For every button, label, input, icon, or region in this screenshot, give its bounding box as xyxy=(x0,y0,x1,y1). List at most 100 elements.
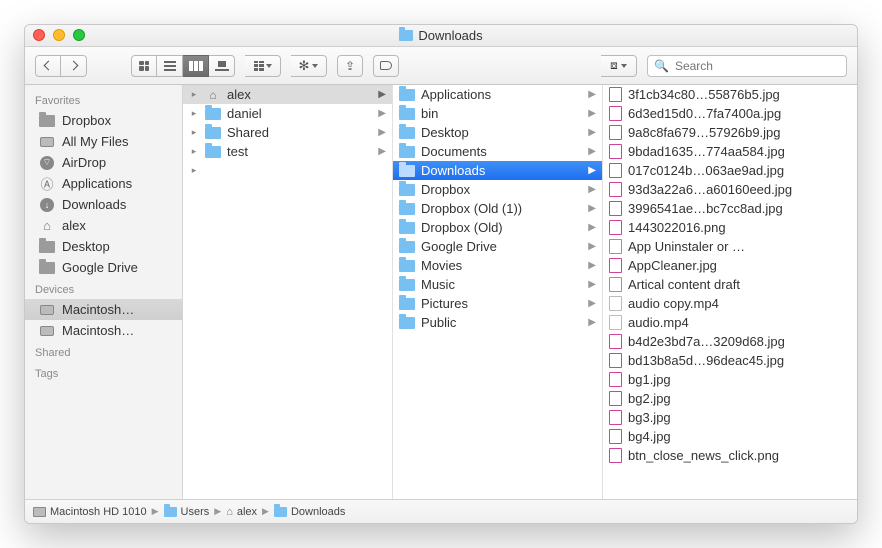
toolbar: ✻ ⇪ ⧈ 🔍 xyxy=(25,47,857,85)
path-segment[interactable]: ⌂alex xyxy=(226,506,257,518)
column-row[interactable]: Google Drive▶ xyxy=(393,237,602,256)
file-icon xyxy=(609,391,622,406)
row-label: 1443022016.png xyxy=(628,220,853,235)
path-separator-icon: ▶ xyxy=(262,506,269,517)
disk-icon xyxy=(40,305,54,315)
column-row[interactable]: Documents▶ xyxy=(393,142,602,161)
column-row[interactable]: ▸daniel▶ xyxy=(183,104,392,123)
chevron-right-icon: ▶ xyxy=(588,298,596,309)
column-row[interactable]: ▸Shared▶ xyxy=(183,123,392,142)
close-button[interactable] xyxy=(33,29,45,41)
folder-icon xyxy=(399,317,415,329)
sidebar-item[interactable]: ⒶApplications xyxy=(25,173,182,194)
column-row[interactable]: Applications▶ xyxy=(393,85,602,104)
view-icon-button[interactable] xyxy=(131,55,157,77)
column-row[interactable]: bg1.jpg xyxy=(603,370,857,389)
column-row[interactable]: bg4.jpg xyxy=(603,427,857,446)
columns-icon xyxy=(189,61,203,71)
sidebar-item[interactable]: ↓Downloads xyxy=(25,194,182,215)
column-row[interactable]: Music▶ xyxy=(393,275,602,294)
sidebar-section-head: Favorites xyxy=(25,89,182,110)
chevron-right-icon: ▶ xyxy=(588,222,596,233)
column-row[interactable]: 93d3a22a6…a60160eed.jpg xyxy=(603,180,857,199)
sidebar-item[interactable]: Google Drive xyxy=(25,257,182,278)
sidebar-item[interactable]: ⌂alex xyxy=(25,215,182,236)
column-row[interactable]: bin▶ xyxy=(393,104,602,123)
column-row[interactable]: 3996541ae…bc7cc8ad.jpg xyxy=(603,199,857,218)
sidebar-item[interactable]: ⌔AirDrop xyxy=(25,152,182,173)
column-row[interactable]: AppCleaner.jpg xyxy=(603,256,857,275)
column-row[interactable]: bg2.jpg xyxy=(603,389,857,408)
column-row[interactable]: Desktop▶ xyxy=(393,123,602,142)
column-row[interactable]: audio.mp4 xyxy=(603,313,857,332)
minimize-button[interactable] xyxy=(53,29,65,41)
column-row[interactable]: App Uninstaler or … xyxy=(603,237,857,256)
sidebar-item[interactable]: Macintosh… xyxy=(25,320,182,341)
dropbox-button[interactable]: ⧈ xyxy=(601,55,637,77)
column-row[interactable]: audio copy.mp4 xyxy=(603,294,857,313)
sidebar-item-label: All My Files xyxy=(62,134,128,149)
column-row[interactable]: 017c0124b…063ae9ad.jpg xyxy=(603,161,857,180)
view-column-button[interactable] xyxy=(183,55,209,77)
column-row[interactable]: Movies▶ xyxy=(393,256,602,275)
expand-arrow-icon[interactable]: ▸ xyxy=(189,165,199,176)
column-row[interactable]: 6d3ed15d0…7fa7400a.jpg xyxy=(603,104,857,123)
expand-arrow-icon[interactable]: ▸ xyxy=(189,108,199,119)
column-row[interactable]: btn_close_news_click.png xyxy=(603,446,857,465)
folder-icon xyxy=(399,89,415,101)
expand-arrow-icon[interactable]: ▸ xyxy=(189,127,199,138)
arrange-button[interactable] xyxy=(245,55,281,77)
sidebar-item[interactable]: Dropbox xyxy=(25,110,182,131)
search-field[interactable]: 🔍 xyxy=(647,55,847,77)
column-row[interactable]: 9bdad1635…774aa584.jpg xyxy=(603,142,857,161)
path-segment[interactable]: Downloads xyxy=(274,506,345,518)
back-button[interactable] xyxy=(35,55,61,77)
sidebar-section-head: Devices xyxy=(25,278,182,299)
share-button[interactable]: ⇪ xyxy=(337,55,363,77)
row-label: Pictures xyxy=(421,296,598,311)
column-1[interactable]: ▸⌂alex▶▸daniel▶▸Shared▶▸test▶▸ xyxy=(183,85,393,499)
column-row[interactable]: bd13b8a5d…96deac45.jpg xyxy=(603,351,857,370)
column-row[interactable]: 9a8c8fa679…57926b9.jpg xyxy=(603,123,857,142)
chevron-right-icon: ▶ xyxy=(588,89,596,100)
column-row[interactable]: Dropbox (Old (1))▶ xyxy=(393,199,602,218)
column-row[interactable]: ▸⌂alex▶ xyxy=(183,85,392,104)
column-row[interactable]: Pictures▶ xyxy=(393,294,602,313)
column-3[interactable]: 3f1cb34c80…55876b5.jpg6d3ed15d0…7fa7400a… xyxy=(603,85,857,499)
folder-icon xyxy=(399,260,415,272)
sidebar-item[interactable]: Desktop xyxy=(25,236,182,257)
path-segment[interactable]: Macintosh HD 1010 xyxy=(33,506,147,518)
folder-icon xyxy=(399,222,415,234)
action-button[interactable]: ✻ xyxy=(291,55,327,77)
column-row[interactable]: Dropbox (Old)▶ xyxy=(393,218,602,237)
chevron-right-icon: ▶ xyxy=(588,260,596,271)
column-row[interactable]: 1443022016.png xyxy=(603,218,857,237)
tag-button[interactable] xyxy=(373,55,399,77)
column-row[interactable]: b4d2e3bd7a…3209d68.jpg xyxy=(603,332,857,351)
sidebar-item-label: Dropbox xyxy=(62,113,111,128)
view-coverflow-button[interactable] xyxy=(209,55,235,77)
view-list-button[interactable] xyxy=(157,55,183,77)
column-row[interactable]: bg3.jpg xyxy=(603,408,857,427)
column-row[interactable]: 3f1cb34c80…55876b5.jpg xyxy=(603,85,857,104)
column-row[interactable]: ▸test▶ xyxy=(183,142,392,161)
folder-icon xyxy=(39,262,55,274)
search-input[interactable] xyxy=(675,59,840,73)
zoom-button[interactable] xyxy=(73,29,85,41)
sidebar-item[interactable]: Macintosh… xyxy=(25,299,182,320)
row-label: Dropbox (Old) xyxy=(421,220,598,235)
expand-arrow-icon[interactable]: ▸ xyxy=(189,146,199,157)
row-label: b4d2e3bd7a…3209d68.jpg xyxy=(628,334,853,349)
chevron-right-icon: ▶ xyxy=(588,127,596,138)
disk-icon xyxy=(33,507,46,517)
column-row[interactable]: Public▶ xyxy=(393,313,602,332)
column-row[interactable]: Dropbox▶ xyxy=(393,180,602,199)
expand-arrow-icon[interactable]: ▸ xyxy=(189,89,199,100)
sidebar-item[interactable]: All My Files xyxy=(25,131,182,152)
folder-icon xyxy=(399,127,415,139)
column-2[interactable]: Applications▶bin▶Desktop▶Documents▶Downl… xyxy=(393,85,603,499)
path-segment[interactable]: Users xyxy=(164,506,210,518)
column-row[interactable]: Downloads▶ xyxy=(393,161,602,180)
forward-button[interactable] xyxy=(61,55,87,77)
column-row[interactable]: Artical content draft xyxy=(603,275,857,294)
